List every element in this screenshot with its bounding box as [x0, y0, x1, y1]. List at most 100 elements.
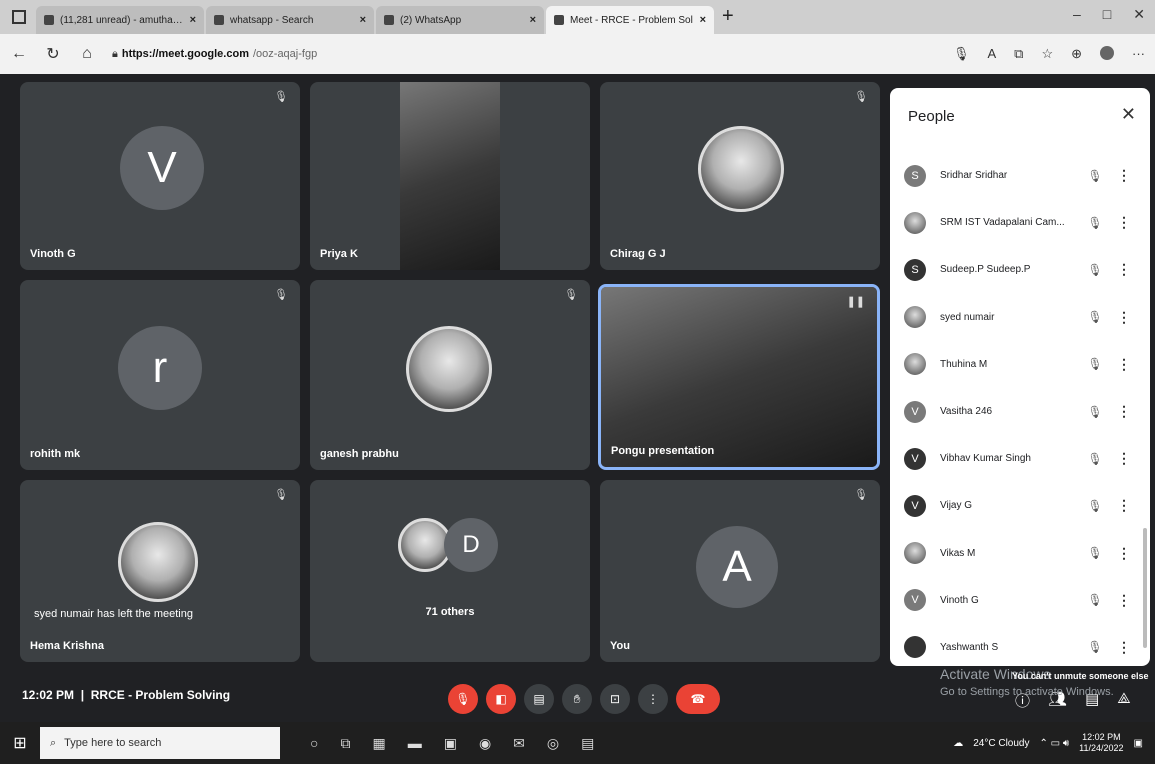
window-controls: – □ ✕ [1073, 6, 1145, 23]
more-options-icon[interactable]: ⋮ [1114, 639, 1134, 656]
participant-row[interactable]: Yashwanth S 🎙︎ ⋮ [890, 624, 1150, 666]
close-icon[interactable]: × [190, 14, 196, 26]
back-icon[interactable]: ← [10, 45, 28, 63]
maximize-icon[interactable]: □ [1103, 6, 1111, 23]
notifications-icon[interactable]: ▣ [1134, 738, 1143, 749]
others-count: 71 others [425, 606, 475, 618]
collections-icon[interactable]: ⊕ [1071, 46, 1082, 62]
more-options-icon[interactable]: ⋮ [1114, 167, 1134, 184]
tab-meet[interactable]: Meet - RRCE - Problem Sol × [546, 6, 714, 34]
mic-off-icon[interactable]: 🎙︎ [1084, 310, 1106, 324]
participant-row[interactable]: Thuhina M 🎙︎ ⋮ [890, 341, 1150, 388]
close-icon[interactable]: × [700, 14, 706, 26]
mic-off-icon[interactable]: 🎙︎ [1084, 216, 1106, 230]
tab-whatsapp[interactable]: (2) WhatsApp × [376, 6, 544, 34]
store-icon[interactable]: ▣ [444, 735, 457, 752]
weather-text[interactable]: 24°C Cloudy [973, 738, 1029, 749]
mic-off-icon[interactable]: 🎙︎ [1084, 169, 1106, 183]
new-tab-button[interactable]: + [722, 5, 734, 28]
mic-off-icon[interactable]: 🎙︎ [1084, 640, 1106, 654]
participant-tile[interactable]: 🎙︎ r rohith mk [20, 280, 300, 470]
notes-icon[interactable]: ▤ [581, 735, 594, 752]
tray-icons[interactable]: ⌃ ▭ 🔊︎ [1039, 738, 1069, 749]
avatar: V [904, 494, 926, 517]
more-options-icon[interactable]: ⋮ [1114, 403, 1134, 420]
participant-row[interactable]: V Vibhav Kumar Singh 🎙︎ ⋮ [890, 435, 1150, 482]
participant-tile[interactable]: ❚❚ Pongu presentation [598, 284, 880, 470]
mic-off-icon: 🎙︎ [564, 289, 578, 301]
edge-icon[interactable]: ◉ [479, 735, 491, 752]
leave-call-button[interactable]: ☎︎ [676, 684, 720, 714]
raise-hand-button[interactable]: ✋︎ [562, 684, 592, 714]
participant-row[interactable]: S Sridhar Sridhar 🎙︎ ⋮ [890, 152, 1150, 199]
more-options-icon[interactable]: ⋮ [1114, 214, 1134, 231]
more-options-button[interactable]: ⋮ [638, 684, 668, 714]
more-options-icon[interactable]: ⋮ [1114, 592, 1134, 609]
chrome-icon[interactable]: ◎ [547, 735, 559, 752]
participant-row[interactable]: V Vinoth G 🎙︎ ⋮ [890, 577, 1150, 624]
participant-tile[interactable]: Priya K [310, 82, 590, 270]
participant-row[interactable]: V Vasitha 246 🎙︎ ⋮ [890, 388, 1150, 435]
taskbar-search[interactable]: ⌕ Type here to search [40, 727, 280, 759]
tab-search[interactable]: whatsapp - Search × [206, 6, 374, 34]
activities-icon[interactable]: ⟁ [1117, 690, 1130, 711]
more-options-icon[interactable]: ⋮ [1114, 261, 1134, 278]
file-explorer-icon[interactable]: ▬ [408, 735, 422, 752]
refresh-icon[interactable]: ↻ [44, 44, 62, 64]
mic-off-icon[interactable]: 🎙︎ [1084, 452, 1106, 466]
participant-row[interactable]: Vikas M 🎙︎ ⋮ [890, 530, 1150, 577]
participant-row[interactable]: V Vijay G 🎙︎ ⋮ [890, 482, 1150, 529]
participant-row[interactable]: S Sudeep.P Sudeep.P 🎙︎ ⋮ [890, 246, 1150, 293]
participant-tile[interactable]: 🎙︎ syed numair has left the meeting Hema… [20, 480, 300, 662]
captions-button[interactable]: ▤ [524, 684, 554, 714]
more-options-icon[interactable]: ⋮ [1114, 450, 1134, 467]
mic-off-icon[interactable]: 🎙︎ [1084, 263, 1106, 277]
participant-name: Vasitha 246 [940, 406, 993, 418]
address-bar[interactable]: 🔒︎ https://meet.google.com/ooz-aqaj-fgp [112, 48, 937, 61]
participant-row[interactable]: SRM IST Vadapalani Cam... 🎙︎ ⋮ [890, 199, 1150, 246]
minimize-icon[interactable]: – [1073, 6, 1081, 23]
others-tile[interactable]: D 71 others [310, 480, 590, 662]
favorites-icon[interactable]: ☆ [1041, 46, 1053, 62]
meeting-info: 12:02 PM | RRCE - Problem Solving [22, 688, 231, 702]
extensions-icon[interactable]: ⧉ [1014, 46, 1023, 62]
close-icon[interactable]: × [360, 14, 366, 26]
present-button[interactable]: ⊡ [600, 684, 630, 714]
participant-tile[interactable]: 🎙︎ ganesh prabhu [310, 280, 590, 470]
speaking-icon: ❚❚ [846, 296, 865, 308]
clock[interactable]: 12:02 PM 11/24/2022 [1079, 732, 1123, 754]
windows-start-icon[interactable]: ⊞ [0, 733, 40, 753]
more-options-icon[interactable]: ⋮ [1114, 356, 1134, 373]
mic-off-icon[interactable]: 🎙︎ [1084, 593, 1106, 607]
more-options-icon[interactable]: ⋮ [1114, 497, 1134, 514]
mic-off-icon[interactable]: 🎙︎ [1084, 499, 1106, 513]
participant-tile[interactable]: 🎙︎ Chirag G J [600, 82, 880, 270]
mic-permission-icon[interactable]: 🎙︎ [953, 46, 970, 62]
camera-toggle-button[interactable]: ◧ [486, 684, 516, 714]
more-options-icon[interactable]: ⋮ [1114, 545, 1134, 562]
more-menu-icon[interactable]: ··· [1132, 46, 1145, 62]
self-tile[interactable]: 🎙︎ A You [600, 480, 880, 662]
participant-row[interactable]: syed numair 🎙︎ ⋮ [890, 294, 1150, 341]
close-window-icon[interactable]: ✕ [1133, 6, 1145, 23]
scrollbar[interactable] [1143, 528, 1147, 648]
mic-off-icon[interactable]: 🎙︎ [1084, 546, 1106, 560]
cortana-icon[interactable]: ○ [310, 735, 318, 752]
close-icon[interactable]: × [530, 14, 536, 26]
more-options-icon[interactable]: ⋮ [1114, 309, 1134, 326]
tab-actions-icon[interactable] [12, 10, 26, 24]
windows-taskbar: ⊞ ⌕ Type here to search ○ ⧉ ▦ ▬ ▣ ◉ ✉ ◎ … [0, 722, 1155, 764]
mic-off-icon[interactable]: 🎙︎ [1084, 405, 1106, 419]
mic-off-icon[interactable]: 🎙︎ [1084, 357, 1106, 371]
profile-icon[interactable] [1100, 46, 1114, 60]
mic-toggle-button[interactable]: 🎙︎ [448, 684, 478, 714]
read-aloud-icon[interactable]: A [987, 46, 996, 62]
close-panel-button[interactable]: ✕ [1121, 104, 1136, 125]
home-icon[interactable]: ⌂ [78, 45, 96, 63]
task-view-icon[interactable]: ⧉ [340, 735, 350, 752]
clock-date: 11/24/2022 [1079, 743, 1124, 753]
tab-mail[interactable]: (11,281 unread) - amuthaiaj@ × [36, 6, 204, 34]
participant-tile[interactable]: 🎙︎ V Vinoth G [20, 82, 300, 270]
mail-app-icon[interactable]: ✉ [513, 735, 525, 752]
excel-icon[interactable]: ▦ [372, 735, 385, 752]
